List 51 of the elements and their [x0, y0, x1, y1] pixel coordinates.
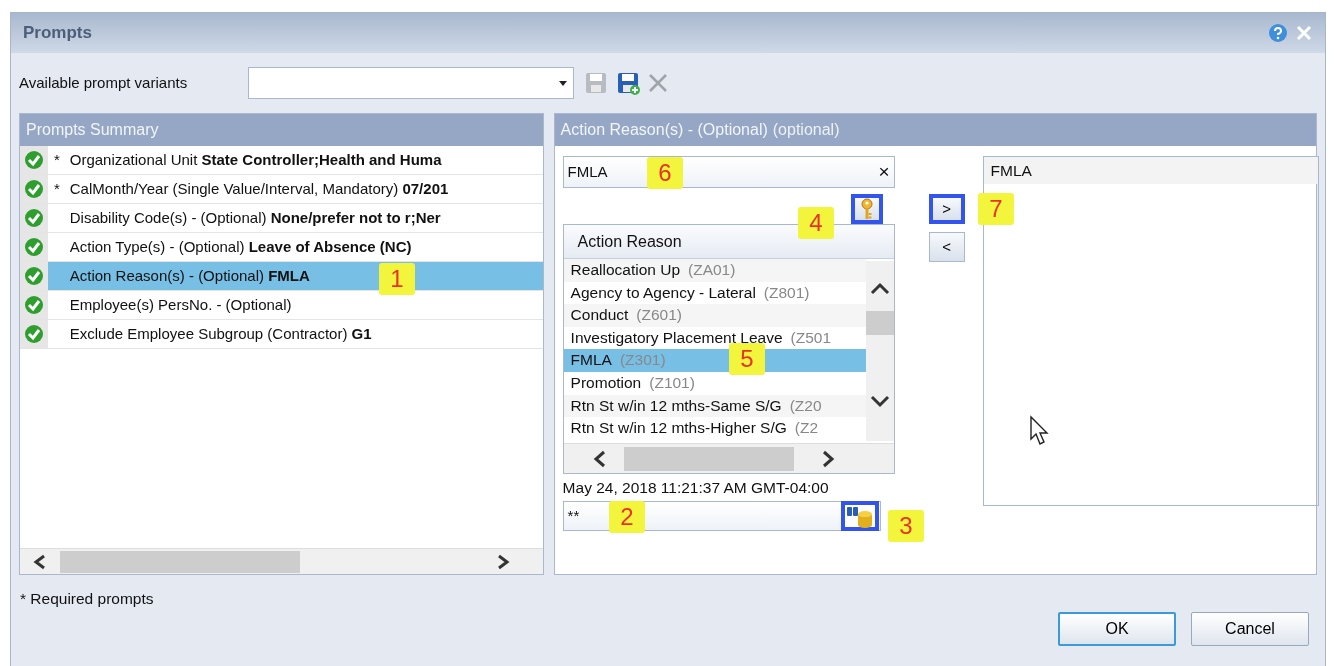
- search-value: FMLA: [567, 161, 608, 182]
- callout-badge: 6: [647, 157, 683, 189]
- prompt-text: Disability Code(s) - (Optional) None/prefer not to r;Ner: [69, 207, 441, 228]
- save-as-icon[interactable]: [615, 71, 640, 95]
- prompt-row[interactable]: * CalMonth/Year (Single Value/Interval, Mandatory) 07/201: [20, 175, 543, 204]
- required-marker: *: [54, 178, 61, 199]
- callout-badge: 2: [609, 501, 645, 533]
- prompt-text: Exclude Employee Subgroup (Contractor) G1: [69, 323, 372, 344]
- prompt-text: CalMonth/Year (Single Value/Interval, Mandatory) 07/201: [69, 178, 449, 199]
- callout-badge: 3: [888, 510, 924, 542]
- help-icon[interactable]: [1267, 23, 1288, 43]
- selected-value[interactable]: FMLA: [983, 157, 1318, 185]
- scrollbar-thumb[interactable]: [865, 311, 894, 335]
- search-button[interactable]: [840, 501, 879, 531]
- list-item[interactable]: Reallocation Up (ZA01): [563, 259, 866, 282]
- scrollbar-thumb[interactable]: [623, 446, 794, 471]
- panel-title: Prompts Summary: [20, 114, 543, 146]
- key-button[interactable]: [850, 194, 883, 224]
- list-item[interactable]: Rtn St w/in 12 mths-Same S/G (Z20: [563, 394, 866, 418]
- prompt-text: Organizational Unit State Controller;Health and Huma: [69, 149, 442, 170]
- footnote: * Required prompts: [19, 589, 155, 609]
- variants-label: Available prompt variants: [19, 72, 189, 93]
- scrollbar-thumb[interactable]: [60, 550, 300, 573]
- vertical-scrollbar[interactable]: [865, 261, 894, 441]
- caret-icon: [559, 81, 567, 86]
- mouse-pointer-icon: [1028, 415, 1051, 447]
- callout-badge: 7: [978, 193, 1014, 225]
- ok-button[interactable]: OK: [1058, 612, 1176, 647]
- prompt-row[interactable]: * Organizational Unit State Controller;Health and Huma: [20, 146, 543, 175]
- window-title: Prompts: [23, 22, 92, 45]
- prompt-text: Action Type(s) - (Optional) Leave of Absence (NC): [69, 236, 412, 257]
- list-item[interactable]: Conduct (Z601): [563, 304, 866, 327]
- remove-button[interactable]: <: [928, 232, 965, 262]
- required-marker: *: [54, 149, 61, 170]
- prompt-text: Action Reason(s) - (Optional) FMLA: [69, 265, 310, 286]
- optional-hint: (optional): [772, 120, 840, 140]
- key-icon: [859, 198, 874, 221]
- add-button[interactable]: >: [928, 194, 965, 224]
- panel-title: Action Reason(s) - (Optional): [560, 120, 768, 140]
- binoculars-database-icon: [844, 505, 875, 529]
- filter-value: **: [567, 505, 580, 526]
- prompt-row[interactable]: Exclude Employee Subgroup (Contractor) G1: [20, 320, 543, 349]
- prompt-row[interactable]: Disability Code(s) - (Optional) None/prefer not to r;Ner: [20, 204, 543, 233]
- clear-icon[interactable]: ×: [878, 157, 890, 187]
- list-item[interactable]: Agency to Agency - Lateral (Z801): [563, 281, 866, 305]
- callout-badge: 5: [729, 343, 765, 375]
- timestamp: May 24, 2018 11:21:37 AM GMT-04:00: [562, 478, 829, 498]
- prompt-text: Employee(s) PersNo. - (Optional): [69, 294, 292, 315]
- callout-badge: 1: [379, 263, 415, 295]
- cancel-button[interactable]: Cancel: [1191, 612, 1309, 647]
- list-item[interactable]: Rtn St w/in 12 mths-Higher S/G (Z2: [563, 417, 866, 440]
